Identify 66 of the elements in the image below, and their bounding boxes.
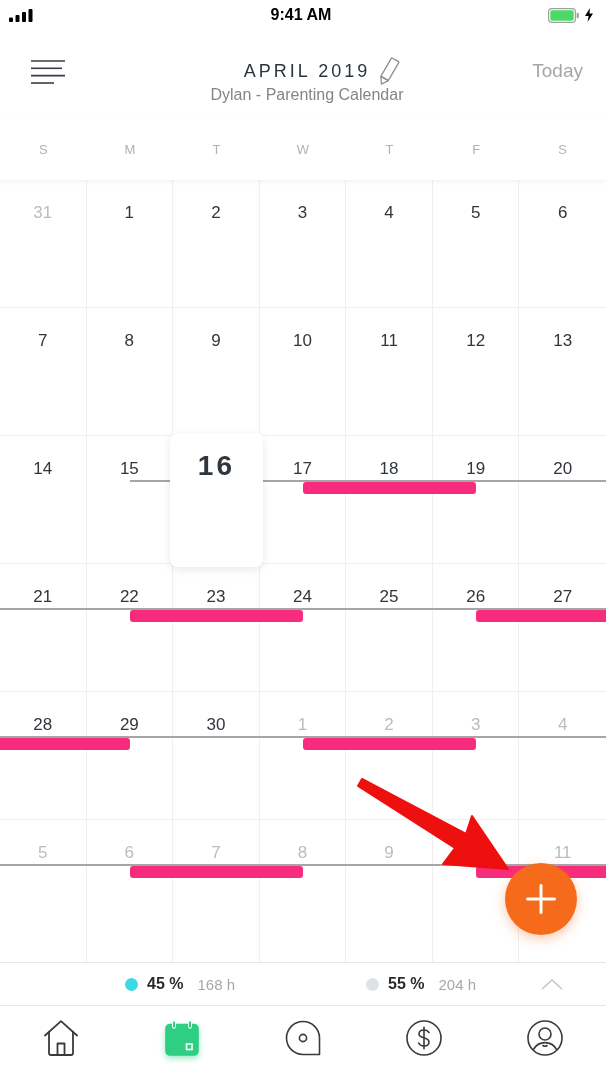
month-title: APRIL 2019: [243, 60, 371, 82]
pencil-icon: [380, 57, 401, 85]
weekday-label: M: [124, 141, 136, 157]
day-number[interactable]: 14: [33, 460, 53, 477]
user-icon: [527, 1020, 564, 1056]
day-number[interactable]: 30: [206, 716, 226, 733]
percentage-value: 55 %: [388, 975, 425, 993]
day-number[interactable]: 27: [553, 588, 573, 605]
today-card[interactable]: 16: [170, 433, 263, 567]
add-button[interactable]: [505, 863, 577, 935]
home-icon: [43, 1020, 78, 1056]
day-number[interactable]: 29: [119, 716, 139, 733]
money-tab[interactable]: [406, 1020, 443, 1056]
edit-button[interactable]: [380, 57, 401, 85]
weekday-label: S: [558, 141, 568, 157]
day-number[interactable]: 21: [33, 588, 53, 605]
plus-icon: [526, 884, 556, 914]
signal-icon: [9, 8, 33, 22]
status-time: 9:41 AM: [270, 6, 332, 24]
day-number[interactable]: 7: [38, 332, 48, 349]
day-number[interactable]: 12: [466, 332, 486, 349]
day-number[interactable]: 24: [293, 588, 312, 605]
calendar-name: Dylan - Parenting Calendar: [210, 85, 404, 104]
day-number[interactable]: 5: [470, 204, 481, 221]
day-number[interactable]: 19: [466, 460, 486, 477]
weekday-label: W: [296, 141, 310, 157]
day-number[interactable]: 1: [124, 204, 135, 221]
weekday-label: T: [385, 141, 394, 157]
day-number[interactable]: 28: [33, 716, 53, 733]
calendar-icon: [164, 1020, 199, 1056]
hours-value: 204 h: [438, 975, 476, 993]
menu-button[interactable]: [31, 60, 65, 84]
chevron-up-icon: [541, 978, 563, 990]
day-number[interactable]: 25: [379, 588, 399, 605]
profile-tab[interactable]: [527, 1020, 564, 1056]
teardrop-pin-icon: [285, 1020, 321, 1056]
day-number[interactable]: 17: [293, 460, 312, 477]
day-number[interactable]: 26: [466, 588, 486, 605]
hours-value: 168 h: [197, 975, 235, 993]
dollar-icon: [406, 1020, 443, 1056]
day-number[interactable]: 2: [211, 204, 221, 221]
day-number[interactable]: 15: [119, 460, 139, 477]
day-number[interactable]: 16: [197, 452, 235, 480]
charging-bolt-icon: [585, 8, 593, 22]
day-number[interactable]: 20: [553, 460, 573, 477]
day-number[interactable]: 13: [553, 332, 573, 349]
weekday-label: T: [212, 141, 221, 157]
day-number[interactable]: 18: [379, 460, 399, 477]
day-number[interactable]: 11: [380, 332, 398, 349]
pin-tab[interactable]: [285, 1020, 321, 1056]
day-number[interactable]: 3: [297, 204, 308, 221]
expand-button[interactable]: [541, 978, 563, 990]
calendar-tab[interactable]: [164, 1020, 199, 1056]
percentage-value: 45 %: [147, 975, 184, 993]
day-number[interactable]: 6: [557, 204, 568, 221]
home-tab[interactable]: [43, 1020, 78, 1056]
day-number[interactable]: 8: [124, 332, 135, 349]
day-number[interactable]: 23: [206, 588, 226, 605]
menu-icon: [31, 60, 65, 84]
weekday-label: S: [38, 141, 48, 157]
day-number[interactable]: 9: [211, 332, 221, 349]
battery-icon: [548, 7, 579, 23]
day-number[interactable]: 22: [119, 588, 139, 605]
day-number[interactable]: 10: [293, 332, 312, 349]
weekday-label: F: [472, 141, 481, 157]
day-number[interactable]: 4: [384, 204, 394, 221]
